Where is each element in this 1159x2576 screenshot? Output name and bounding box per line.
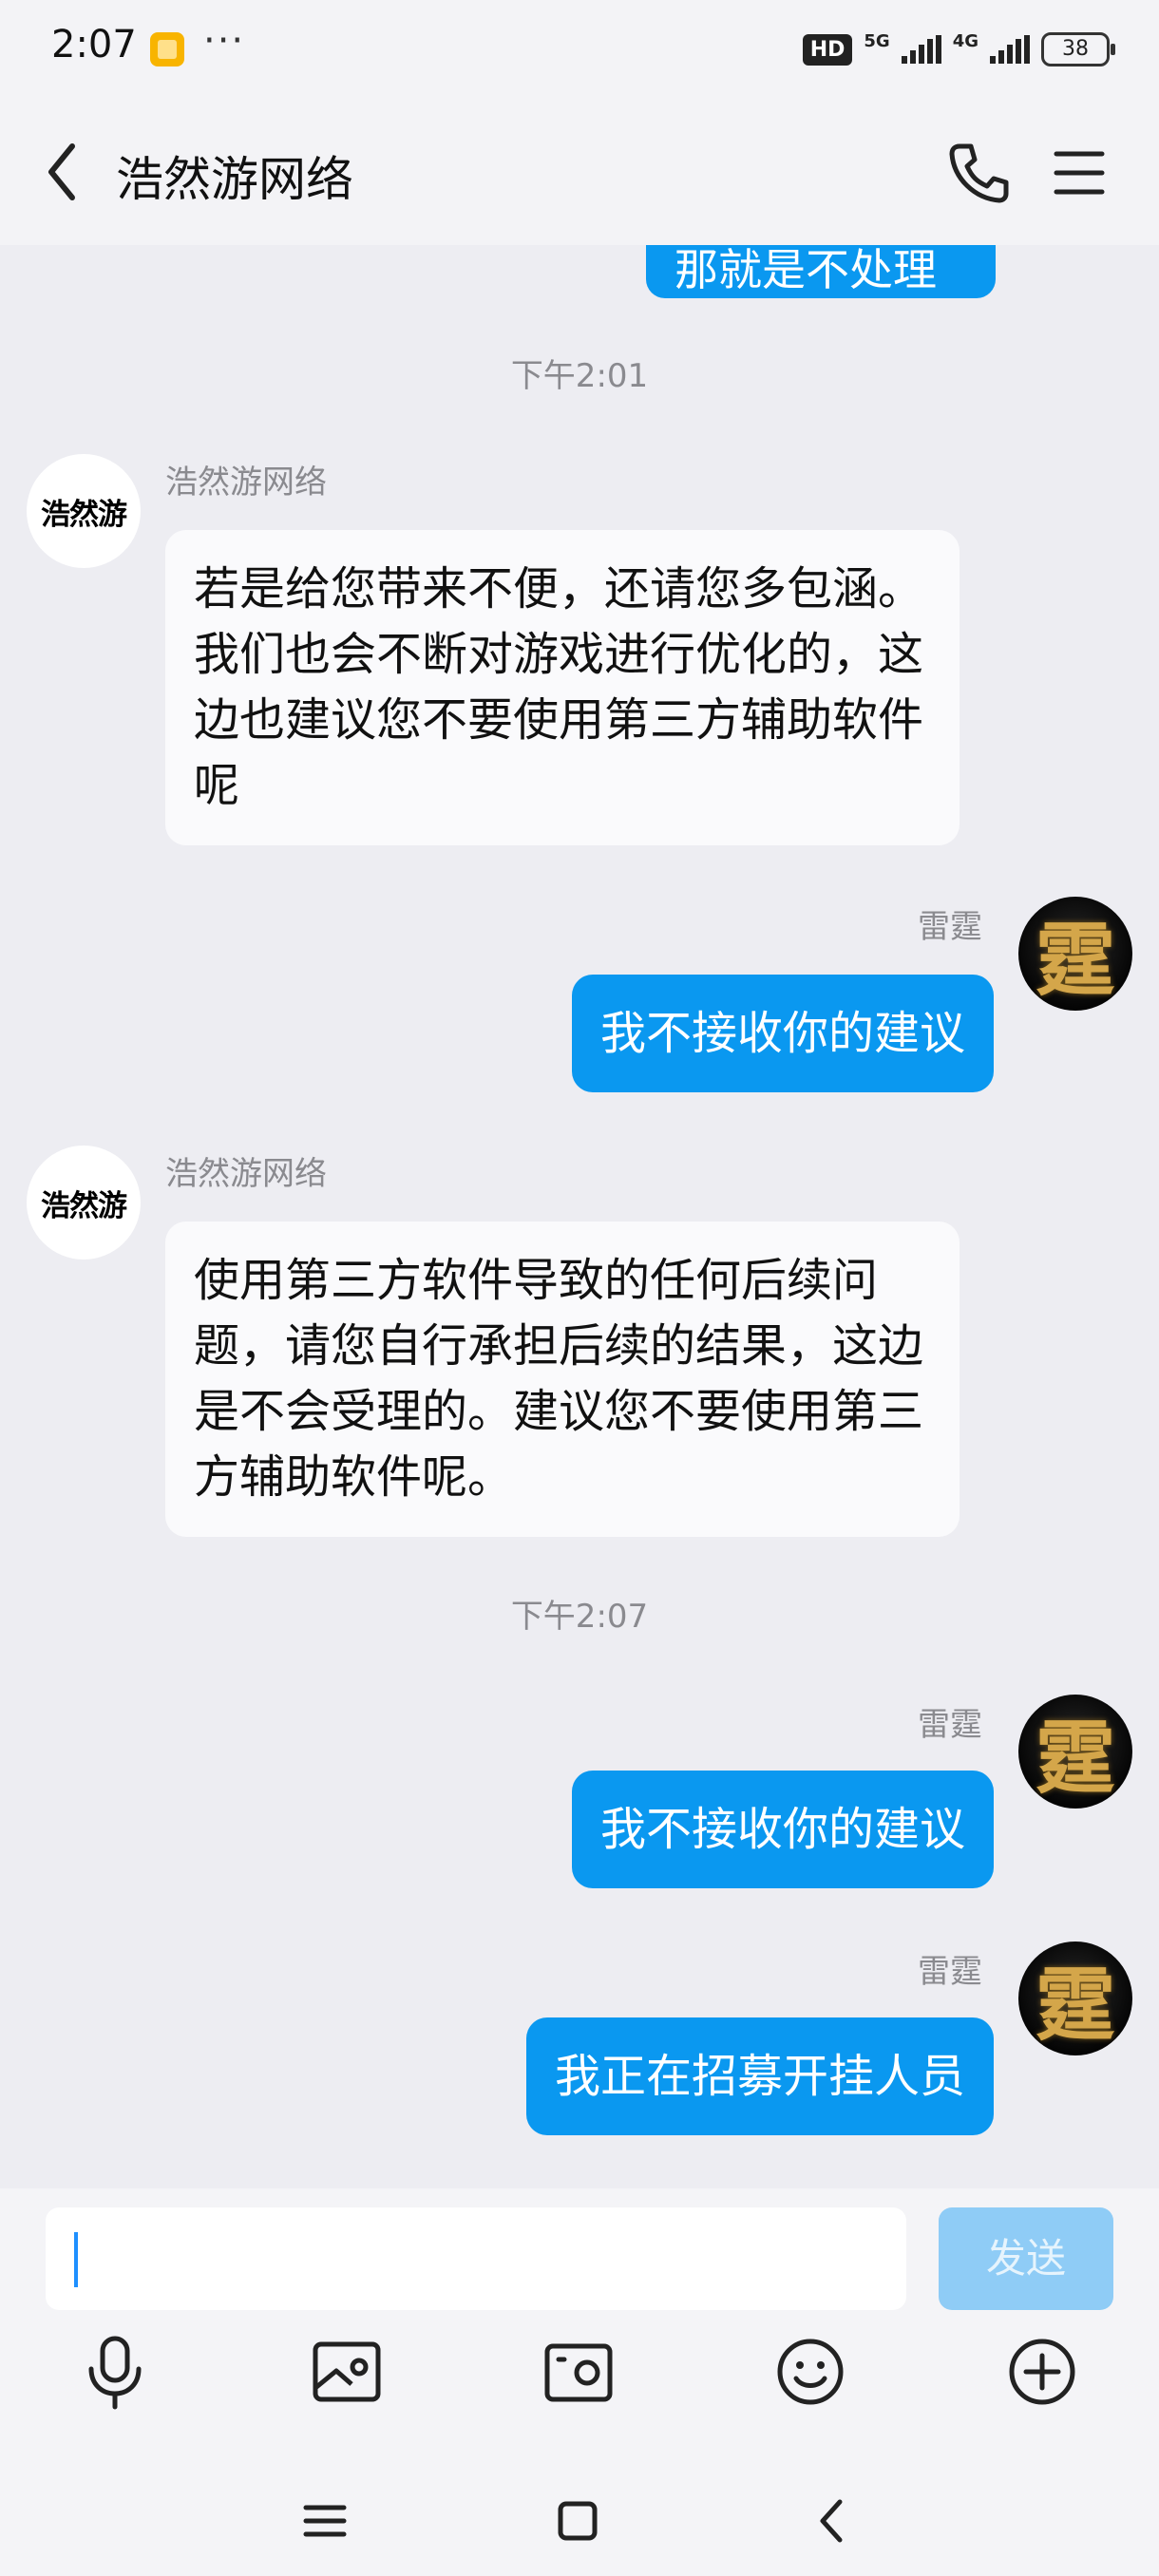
message-bubble-incoming[interactable]: 使用第三方软件导致的任何后续问题，请您自行承担后续的结果，这边是不会受理的。建议… [165, 1222, 960, 1537]
send-button[interactable]: 发送 [939, 2207, 1113, 2310]
avatar-company[interactable]: 浩然游 [27, 454, 141, 568]
avatar-company-text: 浩然游 [41, 497, 127, 532]
status-bar: 2:07 ··· HD 5G 4G 38 [0, 0, 1159, 99]
more-notifications-icon: ··· [203, 19, 246, 63]
text-caret [74, 2232, 78, 2287]
page-title: 浩然游网络 [116, 152, 353, 207]
nav-back-icon[interactable] [804, 2492, 861, 2549]
battery-icon: 38 [1041, 32, 1115, 66]
menu-icon[interactable] [1051, 146, 1108, 199]
camera-icon[interactable] [536, 2329, 621, 2415]
status-icons: HD 5G 4G 38 [802, 28, 1115, 70]
hd-voice-badge: HD [802, 33, 853, 66]
plus-icon[interactable] [999, 2329, 1085, 2415]
sender-name: 浩然游网络 [165, 464, 327, 502]
sender-name: 浩然游网络 [165, 1155, 327, 1193]
avatar-user-text: 霆 [1035, 1710, 1115, 1805]
input-bar: 发送 [0, 2188, 1159, 2576]
status-time: 2:07 [51, 23, 137, 66]
avatar-user-text: 霆 [1035, 1957, 1115, 2052]
signal-icon [901, 35, 941, 64]
sender-name: 雷霆 [918, 1953, 982, 1991]
avatar-user-text: 霆 [1035, 912, 1115, 1007]
back-icon[interactable] [38, 137, 95, 207]
avatar-company-text: 浩然游 [41, 1188, 127, 1223]
time-separator: 下午2:07 [510, 1598, 649, 1636]
message-bubble-outgoing[interactable]: 我正在招募开挂人员 [525, 2017, 994, 2135]
network-type-4g: 4G [952, 30, 978, 51]
microphone-icon[interactable] [72, 2329, 158, 2415]
home-icon[interactable] [549, 2492, 606, 2549]
avatar-user[interactable]: 霆 [1018, 1941, 1132, 2055]
time-separator: 下午2:01 [510, 357, 649, 395]
phone-icon[interactable] [946, 141, 1011, 205]
recent-apps-icon[interactable] [296, 2492, 353, 2549]
signal-icon-2 [990, 35, 1030, 64]
notification-app-icon [150, 32, 184, 66]
avatar-company[interactable]: 浩然游 [27, 1146, 141, 1260]
network-type-5g: 5G [864, 30, 890, 51]
message-bubble-incoming[interactable]: 若是给您带来不便，还请您多包涵。我们也会不断对游戏进行优化的，这边也建议您不要使… [165, 530, 960, 845]
message-input[interactable] [46, 2207, 906, 2310]
sender-name: 雷霆 [918, 908, 982, 946]
avatar-user[interactable]: 霆 [1018, 897, 1132, 1011]
sender-name: 雷霆 [918, 1706, 982, 1744]
emoji-icon[interactable] [768, 2329, 853, 2415]
title-bar: 浩然游网络 [0, 99, 1159, 245]
chat-area[interactable]: 那就是不处理 下午2:01 浩然游 浩然游网络 若是给您带来不便，还请您多包涵。… [0, 245, 1159, 2188]
image-icon[interactable] [304, 2329, 390, 2415]
avatar-user[interactable]: 霆 [1018, 1695, 1132, 1809]
message-bubble-partial[interactable]: 那就是不处理 [646, 245, 996, 298]
message-bubble-outgoing[interactable]: 我不接收你的建议 [571, 1771, 994, 1888]
message-bubble-outgoing[interactable]: 我不接收你的建议 [571, 975, 994, 1092]
